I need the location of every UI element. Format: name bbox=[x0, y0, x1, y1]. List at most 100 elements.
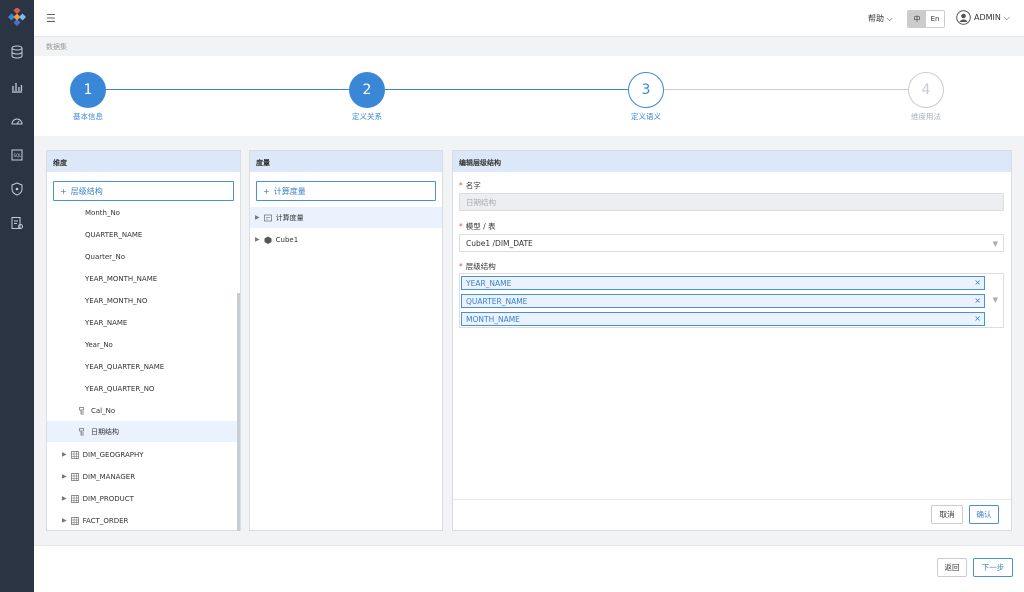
sql-icon[interactable]: SQL bbox=[10, 148, 24, 162]
measure-label: Cube1 bbox=[275, 235, 299, 244]
calculator-icon bbox=[263, 214, 272, 221]
footer-bar: 返回 下一步 bbox=[34, 545, 1024, 592]
add-hierarchy-button[interactable]: + 层级结构 bbox=[53, 181, 234, 201]
model-select[interactable]: Cube1 /DIM_DATE ▼ bbox=[459, 234, 1004, 252]
measure-node[interactable]: ▶ 计算度量 bbox=[250, 207, 442, 228]
hierarchy-tag[interactable]: QUARTER_NAME × bbox=[461, 294, 985, 308]
database-icon[interactable] bbox=[10, 45, 24, 59]
table-label: DIM_GEOGRAPHY bbox=[82, 450, 144, 459]
help-menu[interactable]: 帮助 ⌵ bbox=[868, 13, 893, 24]
name-input[interactable]: 日期结构 bbox=[459, 193, 1004, 211]
step-1-circle: 1 bbox=[70, 72, 106, 108]
name-label: * 名字 bbox=[459, 181, 481, 190]
caret-right-icon[interactable]: ▶ bbox=[255, 236, 260, 243]
step-connector bbox=[385, 89, 629, 90]
caret-right-icon[interactable]: ▶ bbox=[255, 214, 260, 221]
tag-label: MONTH_NAME bbox=[466, 314, 520, 324]
dimensions-title: 维度 bbox=[47, 151, 240, 172]
back-button[interactable]: 返回 bbox=[937, 558, 967, 577]
hierarchy-label: 日期结构 bbox=[91, 427, 119, 436]
caret-right-icon[interactable]: ▶ bbox=[62, 451, 67, 458]
lang-zh-button[interactable]: 中 bbox=[908, 11, 926, 27]
model-select-value: Cube1 /DIM_DATE bbox=[466, 238, 533, 248]
table-label: DIM_PRODUCT bbox=[82, 494, 134, 503]
step-2-circle: 2 bbox=[349, 72, 385, 108]
hierarchy-label: * 层级结构 bbox=[459, 262, 496, 271]
add-hierarchy-label: 层级结构 bbox=[70, 186, 103, 196]
hierarchy-item[interactable]: Cal_No bbox=[79, 400, 115, 421]
step-3-label: 定义语义 bbox=[631, 112, 661, 121]
hierarchy-item-selected[interactable]: 日期结构 bbox=[47, 421, 237, 442]
tree-item[interactable]: YEAR_MONTH_NO bbox=[85, 290, 147, 311]
close-icon[interactable]: × bbox=[974, 314, 981, 323]
step-4-label: 维度用法 bbox=[911, 112, 941, 121]
dropdown-arrow-icon: ▼ bbox=[992, 296, 998, 304]
caret-right-icon[interactable]: ▶ bbox=[62, 473, 67, 480]
table-node[interactable]: ▶ DIM_MANAGER bbox=[62, 466, 135, 487]
svg-text:SQL: SQL bbox=[14, 153, 23, 158]
tree-item[interactable]: Quarter_No bbox=[85, 246, 125, 267]
tree-item[interactable]: QUARTER_NAME bbox=[85, 224, 142, 245]
add-measure-label: 计算度量 bbox=[273, 186, 306, 196]
confirm-button[interactable]: 确认 bbox=[969, 505, 999, 524]
table-icon bbox=[70, 494, 79, 503]
shield-icon[interactable] bbox=[10, 182, 24, 196]
hierarchy-icon bbox=[79, 406, 84, 414]
add-calculated-measure-button[interactable]: + 计算度量 bbox=[256, 181, 436, 201]
table-label: DIM_MANAGER bbox=[82, 472, 136, 481]
lang-en-button[interactable]: En bbox=[926, 11, 944, 27]
user-menu[interactable]: ADMIN ⌵ bbox=[956, 10, 1010, 25]
tree-item[interactable]: YEAR_QUARTER_NAME bbox=[85, 356, 164, 377]
hierarchy-icon bbox=[79, 427, 84, 435]
name-label-text: 名字 bbox=[465, 181, 481, 190]
tree-item[interactable]: YEAR_NAME bbox=[85, 312, 127, 333]
step-4-circle: 4 bbox=[908, 72, 944, 108]
bar-chart-icon[interactable] bbox=[10, 80, 24, 94]
next-step-button[interactable]: 下一步 bbox=[973, 558, 1013, 577]
app-logo-icon[interactable] bbox=[8, 8, 26, 26]
measures-title: 度量 bbox=[250, 151, 442, 172]
language-switch[interactable]: 中 En bbox=[907, 10, 945, 28]
close-icon[interactable]: × bbox=[974, 296, 981, 305]
step-3-circle: 3 bbox=[628, 72, 664, 108]
table-node[interactable]: ▶ DIM_PRODUCT bbox=[62, 488, 134, 509]
table-node[interactable]: ▶ FACT_ORDER bbox=[62, 510, 128, 531]
breadcrumb[interactable]: 数据集 bbox=[46, 42, 67, 52]
scrollbar[interactable] bbox=[237, 293, 240, 531]
table-icon bbox=[70, 450, 79, 459]
dashboard-icon[interactable] bbox=[10, 114, 24, 128]
tree-item[interactable]: Month_No bbox=[85, 202, 120, 223]
editor-title: 编辑层级结构 bbox=[453, 151, 1011, 172]
caret-right-icon[interactable]: ▶ bbox=[62, 517, 67, 524]
measure-node[interactable]: ▶ Cube1 bbox=[255, 229, 298, 250]
dropdown-arrow-icon: ▼ bbox=[992, 240, 998, 248]
dimensions-panel: 维度 + 层级结构 Month_No QUARTER_NAME Quarter_N… bbox=[46, 150, 241, 531]
step-2-label: 定义关系 bbox=[352, 112, 382, 121]
menu-icon[interactable]: ☰ bbox=[46, 12, 56, 25]
table-icon bbox=[70, 472, 79, 481]
hierarchy-tag[interactable]: MONTH_NAME × bbox=[461, 312, 985, 326]
tag-label: QUARTER_NAME bbox=[466, 296, 528, 306]
divider bbox=[453, 499, 1011, 500]
measures-panel: 度量 + 计算度量 ▶ 计算度量 ▶ Cube1 bbox=[249, 150, 443, 531]
hierarchy-tag[interactable]: YEAR_NAME × bbox=[461, 276, 985, 290]
tree-item[interactable]: Year_No bbox=[85, 334, 113, 355]
plus-icon: + bbox=[60, 186, 67, 196]
caret-right-icon[interactable]: ▶ bbox=[62, 495, 67, 502]
step-connector bbox=[106, 89, 350, 90]
table-node[interactable]: ▶ DIM_GEOGRAPHY bbox=[62, 444, 144, 465]
help-label: 帮助 bbox=[868, 14, 884, 23]
avatar-icon bbox=[956, 10, 971, 25]
tree-item[interactable]: YEAR_QUARTER_NO bbox=[85, 378, 154, 399]
tag-label: YEAR_NAME bbox=[466, 278, 512, 288]
top-bar: ☰ 帮助 ⌵ 中 En ADMIN ⌵ bbox=[34, 0, 1024, 37]
user-name: ADMIN bbox=[974, 13, 1001, 22]
close-icon[interactable]: × bbox=[974, 278, 981, 287]
cube-icon bbox=[264, 236, 272, 244]
report-icon[interactable] bbox=[10, 216, 24, 230]
table-icon bbox=[70, 516, 79, 525]
sidebar: SQL bbox=[0, 0, 34, 592]
cancel-button[interactable]: 取消 bbox=[931, 505, 963, 524]
step-1-label: 基本信息 bbox=[73, 112, 103, 121]
tree-item[interactable]: YEAR_MONTH_NAME bbox=[85, 268, 157, 289]
